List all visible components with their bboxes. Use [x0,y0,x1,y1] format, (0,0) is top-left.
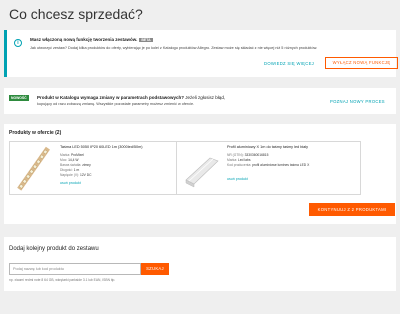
info-banner: i Masz włączoną nową funkcję tworzenia z… [4,30,398,77]
search-button[interactable]: SZUKAJ [141,263,169,275]
continue-button[interactable]: KONTYNUUJ Z 2 PRODUKTAMI [309,203,395,216]
product-card: Taśma LED 5050 IP20 60LED 1m (3000led/50… [9,141,194,195]
remove-product-link[interactable]: usuń produkt [60,181,81,185]
product-attr: Napięcie (V): 12V DC [60,173,92,177]
product-card: Profil aluminiowy X 1m do taśmy taśmy le… [176,141,361,195]
aluminium-profile-image [180,146,222,192]
beta-badge: BETA [139,37,153,42]
new-process-link[interactable]: POZNAJ NOWY PROCES [330,99,385,104]
disable-feature-button[interactable]: WYŁĄCZ NOWĄ FUNKCJĘ [325,57,398,69]
led-strip-image [13,146,55,192]
product-attr: Barwa światła: zimny [60,163,91,167]
product-name: Taśma LED 5050 IP20 60LED 1m (3000led/50… [60,145,143,149]
product-attr: Marka: Led labs [227,158,251,162]
add-product-title: Dodaj kolejny produkt do zestawu [9,246,99,252]
info-icon: i [14,39,22,47]
remove-product-link[interactable]: usuń produkt [227,177,248,181]
page-title: Co chcesz sprzedać? [9,6,143,22]
products-title: Produkty w ofercie (2) [9,130,62,136]
learn-more-link[interactable]: DOWIEDZ SIĘ WIĘCEJ [264,61,314,66]
catalog-notice: NOWOŚĆ Produkt w Katalogu wymaga zmiany … [4,88,396,114]
info-banner-description: Jak utworzyć zestaw? Dodaj kilka produkt… [30,46,318,50]
product-attr: NR (GTIN): 3330360016815 [227,153,269,157]
notice-title: Produkt w Katalogu wymaga zmiany w param… [37,95,226,100]
products-section: Produkty w ofercie (2) Taśma LED 5050 IP… [4,124,396,224]
product-attr: Moc: 14,4 W [60,158,79,162]
product-attr: Marka: ProMixel [60,153,84,157]
add-product-section: Dodaj kolejny produkt do zestawu SZUKAJ … [4,237,396,291]
info-banner-title: Masz włączoną nową funkcję tworzenia zes… [30,37,153,42]
notice-text: kupujący od razu zobaczą zmianę. Wszystk… [37,102,195,106]
product-search-input[interactable] [9,263,141,275]
product-name: Profil aluminiowy X 1m do taśmy taśmy le… [227,145,309,149]
product-attr: Długość: 1 m [60,168,80,172]
new-badge: NOWOŚĆ [9,95,29,101]
search-hint: np. xiaomi redmi note 8 64 GB, wkrętarki… [9,278,116,282]
product-attr: Kod producenta: profil aluminiowe lumine… [227,163,310,167]
